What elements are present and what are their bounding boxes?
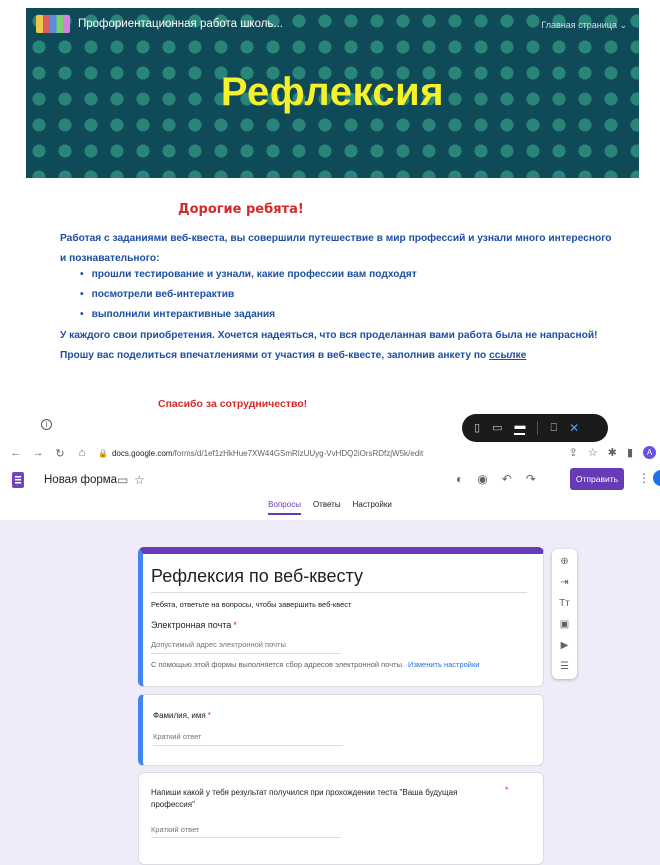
email-field-underline [151,653,341,654]
bookmark-star-icon[interactable]: ☆ [588,446,598,459]
list-item: посмотрели веб-интерактив [80,285,417,305]
tablet-icon[interactable]: ▭ [492,422,502,434]
answer-underline [153,745,343,746]
form-side-toolbar: ⊕ ⇥ Tт ▣ ▶ ☰ [552,549,577,679]
site-title[interactable]: Профориентационная работа школь... [78,18,283,30]
address-bar[interactable]: 🔒 docs.google.com/forms/d/1ef1zHkHue7XW4… [98,449,423,458]
sidepanel-icon[interactable]: ▮ [627,446,633,459]
short-answer-field[interactable]: Краткий ответ [153,732,201,741]
question-label: Фамилия, имя * [153,711,211,720]
short-answer-field[interactable]: Краткий ответ [151,825,199,834]
form-link[interactable]: ссылке [489,350,526,361]
required-mark: * [233,620,237,630]
preview-eye-icon[interactable]: ◉ [477,472,487,486]
email-field[interactable]: Допустимый адрес электронной почты [151,640,286,649]
outro-paragraph: У каждого свои приобретения. Хочется над… [60,326,630,365]
tab-questions[interactable]: Вопросы [268,500,301,515]
add-image-icon[interactable]: ▣ [558,618,571,631]
thanks-text: Спасибо за сотрудничество! [158,398,308,410]
required-mark: * [505,785,509,795]
send-button[interactable]: Отправить [570,468,624,490]
email-label-text: Электронная почта [151,620,232,630]
forward-icon[interactable]: → [32,447,44,459]
browser-actions: ⇪ ☆ ✱ ▮ A [569,446,656,459]
forms-logo-icon[interactable] [12,472,24,488]
question-card-name[interactable]: Фамилия, имя * Краткий ответ [138,694,544,766]
form-tabs: Вопросы Ответы Настройки [0,500,660,515]
add-title-icon[interactable]: Tт [558,597,571,610]
list-item: прошли тестирование и узнали, какие проф… [80,265,417,285]
extensions-icon[interactable]: ✱ [608,446,617,459]
change-settings-link[interactable]: Изменить настройки [408,660,479,669]
question-card-test-result[interactable]: Напиши какой у тебя результат получился … [138,772,544,865]
undo-icon[interactable]: ↶ [502,472,512,486]
add-question-icon[interactable]: ⊕ [558,555,571,568]
email-label: Электронная почта * [151,620,237,630]
page-heading: Рефлексия [220,70,445,114]
list-item: выполнили интерактивные задания [80,305,417,325]
achievements-list: прошли тестирование и узнали, какие проф… [80,265,417,325]
account-avatar[interactable] [653,470,660,486]
tab-responses[interactable]: Ответы [313,500,341,515]
greeting-text: Дорогие ребята! [178,202,304,217]
question-label: Напиши какой у тебя результат получился … [151,788,458,809]
info-icon[interactable]: i [41,419,52,430]
share-icon[interactable]: ⇪ [569,446,578,459]
phone-icon[interactable]: ▯ [474,422,480,434]
palette-icon[interactable]: ◐ [456,472,463,486]
reload-icon[interactable]: ↻ [54,447,66,460]
form-description[interactable]: Ребята, ответьте на вопросы, чтобы завер… [151,600,351,609]
add-video-icon[interactable]: ▶ [558,639,571,652]
comment-icon[interactable]: ⎕ [550,422,557,434]
star-icon[interactable]: ☆ [134,473,145,487]
back-icon[interactable]: ← [10,447,22,459]
close-icon[interactable]: ✕ [569,422,579,434]
profile-avatar[interactable]: A [643,446,656,459]
form-title[interactable]: Рефлексия по веб-квесту [151,566,363,587]
lock-icon: 🔒 [98,448,108,458]
header-tools: ◐ ◉ ↶ ↷ [456,472,536,486]
main-page-nav[interactable]: Главная страница ⌄ [541,20,627,31]
home-icon[interactable]: ⌂ [76,447,88,459]
answer-underline [151,837,341,838]
folder-icon[interactable]: ▭ [117,473,128,487]
site-logo[interactable] [36,15,70,33]
forms-header: Новая форма ▭ ☆ ◐ ◉ ↶ ↷ Отправить ⋮ Вопр… [0,466,660,520]
intro-paragraph: Работая с заданиями веб-квеста, вы совер… [60,233,612,264]
question-label-text: Фамилия, имя [153,711,206,720]
email-note-text: С помощью этой формы выполняется сбор ад… [151,660,405,669]
divider [537,421,539,435]
email-collection-note: С помощью этой формы выполняется сбор ад… [151,660,479,669]
laptop-icon[interactable]: ▬ [514,421,526,435]
url-path: /forms/d/1ef1zHkHue7XW44GSmRlzUUyg-VvHDQ… [172,448,424,458]
site-banner: Профориентационная работа школь... Главн… [26,8,639,178]
url-host: docs.google.com [111,448,173,458]
browser-toolbar: ← → ↻ ⌂ 🔒 docs.google.com/forms/d/1ef1zH… [0,440,660,466]
required-mark: * [207,711,211,720]
form-title-card[interactable]: Рефлексия по веб-квесту Ребята, ответьте… [138,547,544,687]
import-questions-icon[interactable]: ⇥ [558,576,571,589]
device-preview-bar: ▯ ▭ ▬ ⎕ ✕ [462,414,608,442]
form-name[interactable]: Новая форма [44,474,117,486]
divider [151,592,527,593]
more-vert-icon[interactable]: ⋮ [638,471,650,485]
redo-icon[interactable]: ↷ [526,472,536,486]
tab-settings[interactable]: Настройки [353,500,392,515]
add-section-icon[interactable]: ☰ [558,660,571,673]
